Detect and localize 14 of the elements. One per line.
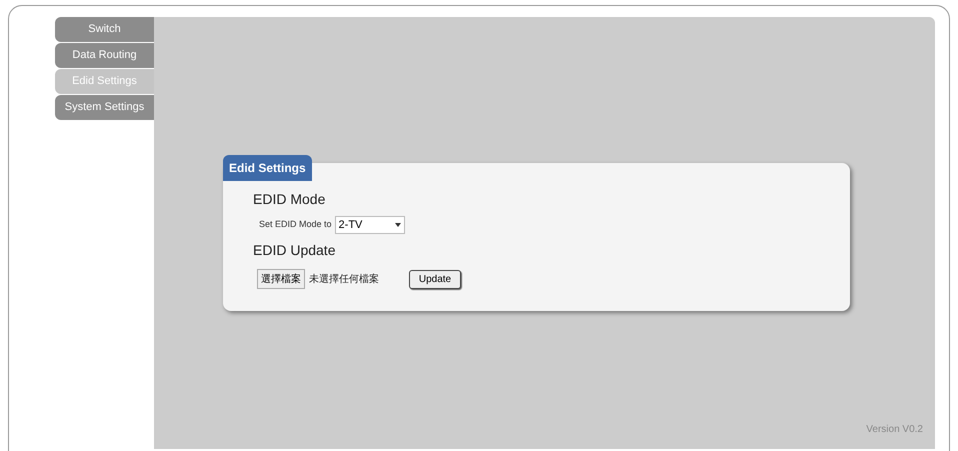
dropdown-arrow-icon [394,223,401,227]
version-text: Version V0.2 [866,423,924,437]
file-button[interactable]: 選擇檔案 [257,269,305,289]
file-status: 未選擇任何檔案 [309,272,379,286]
sidebar-item[interactable]: Data Routing [55,43,154,68]
mode-select[interactable]: 2-TV [334,216,405,234]
sidebar-item[interactable]: System Settings [55,95,154,120]
panel-title: Edid Settings [223,155,312,181]
sidebar-item[interactable]: Switch [55,17,154,42]
section-heading: EDID Update [253,241,336,260]
section-heading: EDID Mode [253,190,326,209]
field-label: Set EDID Mode to [259,218,332,232]
update-button[interactable]: Update [409,270,461,288]
sidebar-item[interactable]: Edid Settings [55,69,154,94]
